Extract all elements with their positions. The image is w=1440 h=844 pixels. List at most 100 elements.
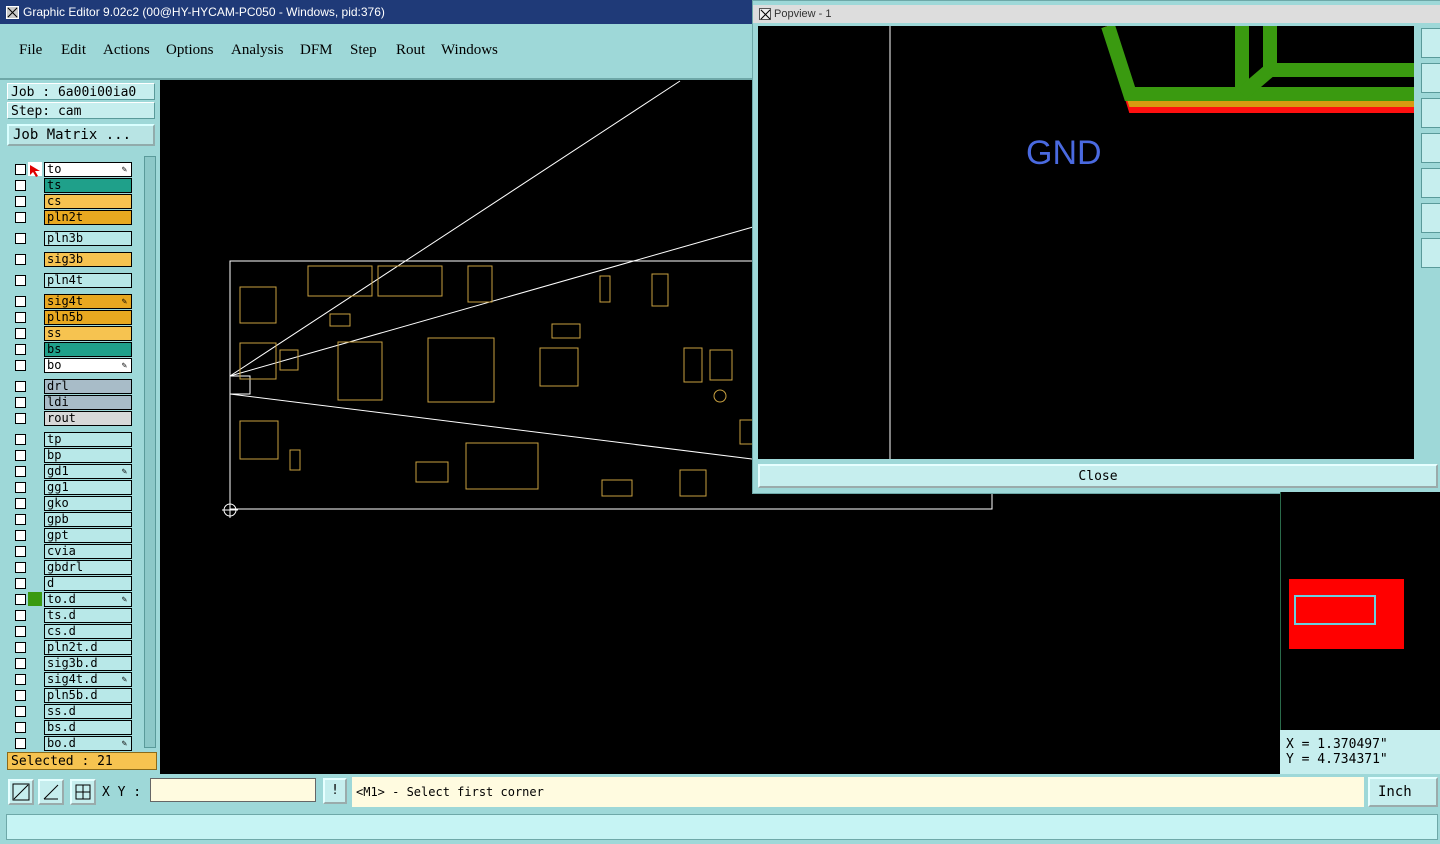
layer-name[interactable]: rout xyxy=(44,411,132,426)
layer-name[interactable]: ss.d xyxy=(44,704,132,719)
layer-name[interactable]: bo ✎ xyxy=(44,358,132,373)
layer-row-pln2t[interactable]: pln2t xyxy=(11,210,133,225)
layer-row-bs-d[interactable]: bs.d xyxy=(11,720,133,735)
popview-canvas[interactable]: GND xyxy=(758,23,1414,459)
layer-row-sig3b-d[interactable]: sig3b.d xyxy=(11,656,133,671)
layer-checkbox[interactable] xyxy=(15,482,26,493)
layer-name[interactable]: gko xyxy=(44,496,132,511)
layer-row-sig3b[interactable]: sig3b xyxy=(11,252,133,267)
measure-icon[interactable] xyxy=(38,779,64,805)
layer-name[interactable]: to ✎ xyxy=(44,162,132,177)
layer-name[interactable]: sig4t.d ✎ xyxy=(44,672,132,687)
layer-checkbox[interactable] xyxy=(15,164,26,175)
layer-row-gbdrl[interactable]: gbdrl xyxy=(11,560,133,575)
layer-checkbox[interactable] xyxy=(15,498,26,509)
layer-name[interactable]: pln2t.d xyxy=(44,640,132,655)
layer-name[interactable]: cvia xyxy=(44,544,132,559)
layer-row-bp[interactable]: bp xyxy=(11,448,133,463)
menu-edit[interactable]: Edit xyxy=(61,42,86,59)
layer-checkbox[interactable] xyxy=(15,344,26,355)
layer-name[interactable]: cs.d xyxy=(44,624,132,639)
layer-name[interactable]: ldi xyxy=(44,395,132,410)
popview-close-icon[interactable] xyxy=(759,8,771,21)
layer-name[interactable]: gpt xyxy=(44,528,132,543)
zoom-area-icon[interactable] xyxy=(8,779,34,805)
menu-options[interactable]: Options xyxy=(166,42,214,59)
layer-name[interactable]: pln3b xyxy=(44,231,132,246)
popview-pan-icon[interactable] xyxy=(1421,98,1440,128)
menu-step[interactable]: Step xyxy=(350,42,377,59)
layer-row-drl[interactable]: drl xyxy=(11,379,133,394)
layer-checkbox[interactable] xyxy=(15,450,26,461)
layer-row-ss[interactable]: ss xyxy=(11,326,133,341)
layer-checkbox[interactable] xyxy=(15,360,26,371)
unit-selector[interactable]: Inch xyxy=(1368,777,1438,807)
layer-checkbox[interactable] xyxy=(15,546,26,557)
popview-home-icon[interactable] xyxy=(1421,168,1440,198)
layer-row-bo-d[interactable]: bo.d ✎ xyxy=(11,736,133,751)
layer-checkbox[interactable] xyxy=(15,706,26,717)
layer-checkbox[interactable] xyxy=(15,594,26,605)
layer-row-pln2t-d[interactable]: pln2t.d xyxy=(11,640,133,655)
layer-row-gpb[interactable]: gpb xyxy=(11,512,133,527)
layer-row-rout[interactable]: rout xyxy=(11,411,133,426)
layer-row-tp[interactable]: tp xyxy=(11,432,133,447)
overview-drawing[interactable] xyxy=(1279,492,1440,730)
layer-checkbox[interactable] xyxy=(15,196,26,207)
menu-actions[interactable]: Actions xyxy=(103,42,150,59)
layer-checkbox[interactable] xyxy=(15,722,26,733)
layer-checkbox[interactable] xyxy=(15,275,26,286)
layer-row-sig4t[interactable]: sig4t ✎ xyxy=(11,294,133,309)
layer-name[interactable]: gd1 ✎ xyxy=(44,464,132,479)
popview-move-icon[interactable] xyxy=(1421,238,1440,268)
layer-name[interactable]: gg1 xyxy=(44,480,132,495)
layer-name[interactable]: bo.d ✎ xyxy=(44,736,132,751)
layer-checkbox[interactable] xyxy=(15,610,26,621)
layer-row-cs[interactable]: cs xyxy=(11,194,133,209)
layer-row-sig4t-d[interactable]: sig4t.d ✎ xyxy=(11,672,133,687)
popview-zoom-out-icon[interactable] xyxy=(1421,63,1440,93)
layer-name[interactable]: sig3b xyxy=(44,252,132,267)
layer-checkbox[interactable] xyxy=(15,658,26,669)
layer-name[interactable]: ss xyxy=(44,326,132,341)
layer-checkbox[interactable] xyxy=(15,514,26,525)
layer-row-ts[interactable]: ts xyxy=(11,178,133,193)
layer-checkbox[interactable] xyxy=(15,312,26,323)
layer-row-gd1[interactable]: gd1 ✎ xyxy=(11,464,133,479)
layer-name[interactable]: tp xyxy=(44,432,132,447)
layer-scrollbar[interactable] xyxy=(144,156,156,748)
layer-checkbox[interactable] xyxy=(15,738,26,749)
layer-checkbox[interactable] xyxy=(15,466,26,477)
popview-close-button[interactable]: Close xyxy=(758,464,1438,488)
menu-rout[interactable]: Rout xyxy=(396,42,425,59)
layer-checkbox[interactable] xyxy=(15,413,26,424)
layer-row-to-d[interactable]: to.d ✎ xyxy=(11,592,133,607)
layer-checkbox[interactable] xyxy=(15,434,26,445)
layer-row-ts-d[interactable]: ts.d xyxy=(11,608,133,623)
menu-analysis[interactable]: Analysis xyxy=(231,42,284,59)
popview-zoom-in-icon[interactable] xyxy=(1421,28,1440,58)
layer-row-cvia[interactable]: cvia xyxy=(11,544,133,559)
layer-name[interactable]: ts xyxy=(44,178,132,193)
app-close-icon[interactable] xyxy=(6,6,19,20)
layer-checkbox[interactable] xyxy=(15,397,26,408)
execute-button[interactable]: ! xyxy=(323,778,347,804)
layer-name[interactable]: sig3b.d xyxy=(44,656,132,671)
layer-checkbox[interactable] xyxy=(15,212,26,223)
popview-drawing[interactable]: GND xyxy=(758,23,1414,459)
layer-name[interactable]: gpb xyxy=(44,512,132,527)
xy-input[interactable] xyxy=(150,778,316,802)
layer-checkbox[interactable] xyxy=(15,254,26,265)
layer-row-bs[interactable]: bs xyxy=(11,342,133,357)
layer-name[interactable]: bs.d xyxy=(44,720,132,735)
layer-checkbox[interactable] xyxy=(15,328,26,339)
layer-row-d[interactable]: d xyxy=(11,576,133,591)
layer-name[interactable]: gbdrl xyxy=(44,560,132,575)
layer-name[interactable]: bp xyxy=(44,448,132,463)
grid-icon[interactable] xyxy=(70,779,96,805)
popview-fit-icon[interactable] xyxy=(1421,133,1440,163)
layer-checkbox[interactable] xyxy=(15,626,26,637)
layer-row-ss-d[interactable]: ss.d xyxy=(11,704,133,719)
layer-checkbox[interactable] xyxy=(15,562,26,573)
layer-name[interactable]: to.d ✎ xyxy=(44,592,132,607)
